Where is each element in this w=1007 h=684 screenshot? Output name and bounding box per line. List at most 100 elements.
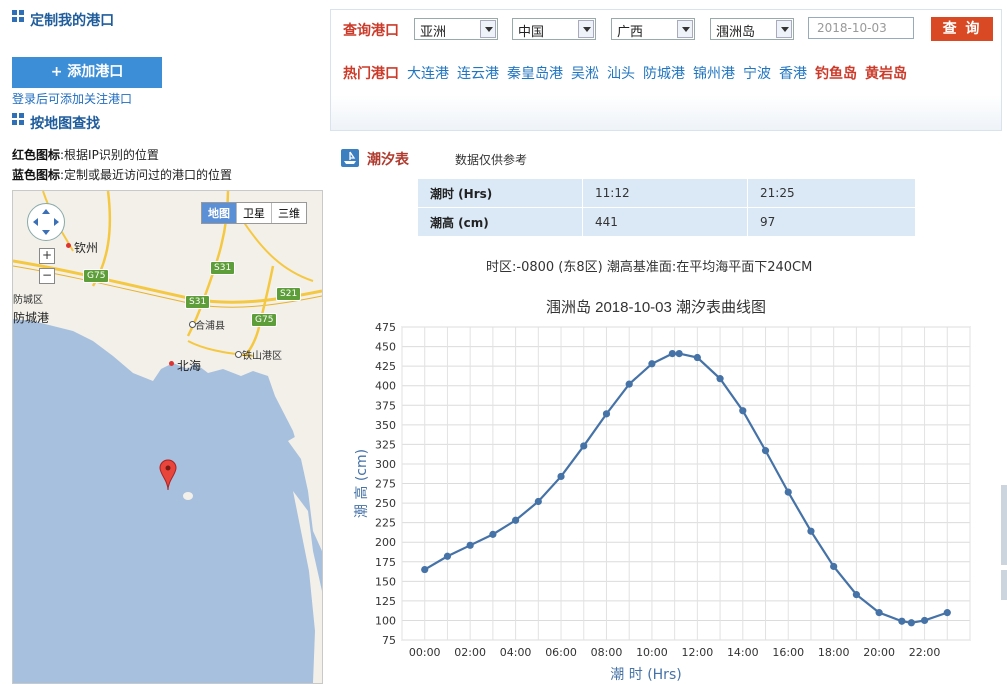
- y-tick-label: 100: [375, 614, 396, 627]
- chevron-down-icon: [578, 20, 594, 38]
- hot-port-link[interactable]: 香港: [779, 63, 807, 83]
- x-tick-label: 00:00: [409, 646, 441, 659]
- continent-select[interactable]: 亚洲: [414, 18, 498, 40]
- road-shield: S31: [210, 261, 236, 275]
- port-select[interactable]: 涠洲岛: [710, 18, 794, 40]
- date-input[interactable]: 2018-10-03: [808, 17, 914, 39]
- place-beihai: 北海: [177, 359, 202, 373]
- hot-port-link[interactable]: 大连港: [407, 63, 449, 83]
- custom-ports-header: 定制我的港口: [12, 10, 114, 30]
- tide-disclaimer: 数据仅供参考: [455, 153, 528, 167]
- chevron-down-icon: [480, 20, 496, 38]
- row-label-time: 潮时 (Hrs): [417, 178, 583, 208]
- data-point: [580, 442, 588, 450]
- data-point: [852, 591, 861, 599]
- grid-icon: [12, 113, 25, 126]
- hot-port-link-highlight[interactable]: 黄岩岛: [865, 63, 907, 83]
- scrollbar-thumb[interactable]: [1001, 570, 1007, 600]
- chart-title: 涠洲岛 2018-10-03 潮汐表曲线图: [546, 299, 766, 316]
- legend-red-text: :根据IP识别的位置: [60, 148, 159, 162]
- data-point: [443, 552, 452, 560]
- road-shield: S31: [185, 295, 211, 309]
- map-type-satellite[interactable]: 卫星: [237, 203, 272, 223]
- grid-icon: [12, 10, 25, 23]
- add-port-button[interactable]: + 添加港口: [12, 57, 162, 88]
- hot-port-link[interactable]: 汕头: [607, 63, 635, 83]
- y-tick-label: 150: [375, 575, 396, 588]
- location-marker-icon[interactable]: [159, 459, 177, 491]
- road-shield: G75: [251, 313, 278, 327]
- tide-table: 潮时 (Hrs) 11:12 21:25 潮高 (cm) 441 97: [417, 178, 916, 237]
- data-point: [489, 530, 497, 538]
- map-type-map[interactable]: 地图: [202, 203, 237, 223]
- data-point: [907, 619, 915, 627]
- x-tick-label: 04:00: [500, 646, 532, 659]
- x-axis-label: 潮 时 (Hrs): [610, 667, 681, 683]
- hot-port-link[interactable]: 锦州港: [693, 63, 735, 83]
- hot-port-link[interactable]: 秦皇岛港: [507, 63, 563, 83]
- data-point: [534, 497, 542, 506]
- legend-blue-text: :定制或最近访问过的港口的位置: [60, 168, 233, 182]
- hot-port-link[interactable]: 防城港: [643, 63, 685, 83]
- data-point: [920, 616, 929, 625]
- panel-band: [331, 95, 1001, 130]
- y-tick-label: 450: [375, 341, 396, 354]
- x-tick-label: 16:00: [772, 646, 804, 659]
- data-point: [602, 410, 611, 418]
- x-tick-label: 20:00: [863, 646, 895, 659]
- data-point: [807, 527, 815, 535]
- x-tick-label: 14:00: [727, 646, 759, 659]
- hot-ports-row: 热门港口 大连港 连云港 秦皇岛港 吴淞 汕头 防城港 锦州港 宁波 香港 钓鱼…: [343, 63, 907, 83]
- hot-port-link[interactable]: 吴淞: [571, 63, 599, 83]
- legend-red-label: 红色图标: [12, 148, 61, 162]
- hot-port-link-highlight[interactable]: 钓鱼岛: [815, 63, 857, 83]
- tide-section-title: 潮汐表: [367, 152, 409, 168]
- country-select[interactable]: 中国: [512, 18, 596, 40]
- y-tick-label: 350: [375, 419, 396, 432]
- continent-value: 亚洲: [420, 25, 447, 40]
- data-point: [557, 472, 565, 481]
- hot-port-link[interactable]: 连云港: [457, 63, 499, 83]
- data-point: [466, 541, 474, 549]
- map-search-title: 按地图查找: [30, 116, 101, 132]
- x-tick-label: 06:00: [545, 646, 577, 659]
- province-select[interactable]: 广西: [611, 18, 695, 40]
- country-value: 中国: [518, 25, 545, 40]
- zoom-in-button[interactable]: +: [39, 248, 55, 264]
- pan-control[interactable]: [27, 203, 65, 241]
- tide-chart: 涠洲岛 2018-10-03 潮汐表曲线图 75 100 125 150 175 200 22…: [353, 299, 971, 683]
- city-dot: [169, 361, 174, 366]
- table-row: 潮时 (Hrs) 11:12 21:25: [417, 178, 916, 208]
- query-button[interactable]: 查 询: [931, 17, 993, 41]
- data-point: [739, 407, 747, 415]
- y-tick-label: 375: [375, 399, 396, 412]
- chevron-down-icon: [677, 20, 693, 38]
- zoom-out-button[interactable]: −: [39, 268, 55, 284]
- map-canvas[interactable]: [13, 191, 322, 683]
- data-point: [625, 380, 633, 388]
- data-point: [716, 375, 724, 383]
- x-tick-label: 02:00: [454, 646, 486, 659]
- custom-ports-title: 定制我的港口: [30, 13, 115, 29]
- port-map[interactable]: + − 地图 卫星 三维 钦州 防城区 防城港 合浦县 北海 铁山港区 G75 …: [12, 190, 323, 684]
- hot-port-link[interactable]: 宁波: [743, 63, 771, 83]
- scrollbar[interactable]: [1001, 485, 1007, 565]
- data-point: [421, 565, 429, 574]
- data-point: [648, 360, 656, 368]
- legend-red: 红色图标:根据IP识别的位置: [12, 146, 159, 163]
- timezone-note: 时区:-0800 (东8区) 潮高基准面:在平均海平面下240CM: [486, 260, 813, 275]
- data-point: [512, 516, 520, 524]
- data-point: [761, 447, 770, 455]
- x-tick-label: 18:00: [818, 646, 850, 659]
- data-point: [784, 488, 792, 496]
- tide-height-cell: 97: [747, 207, 916, 237]
- y-tick-label: 475: [375, 321, 396, 334]
- y-tick-label: 175: [375, 556, 396, 569]
- login-hint-link[interactable]: 登录后可添加关注港口: [12, 90, 132, 107]
- map-type-switcher[interactable]: 地图 卫星 三维: [201, 202, 307, 224]
- x-tick-label: 10:00: [636, 646, 668, 659]
- map-type-3d[interactable]: 三维: [272, 203, 306, 223]
- data-point: [898, 617, 906, 625]
- y-axis-label: 潮 高 (cm): [353, 449, 370, 518]
- tide-time-cell: 21:25: [747, 178, 916, 208]
